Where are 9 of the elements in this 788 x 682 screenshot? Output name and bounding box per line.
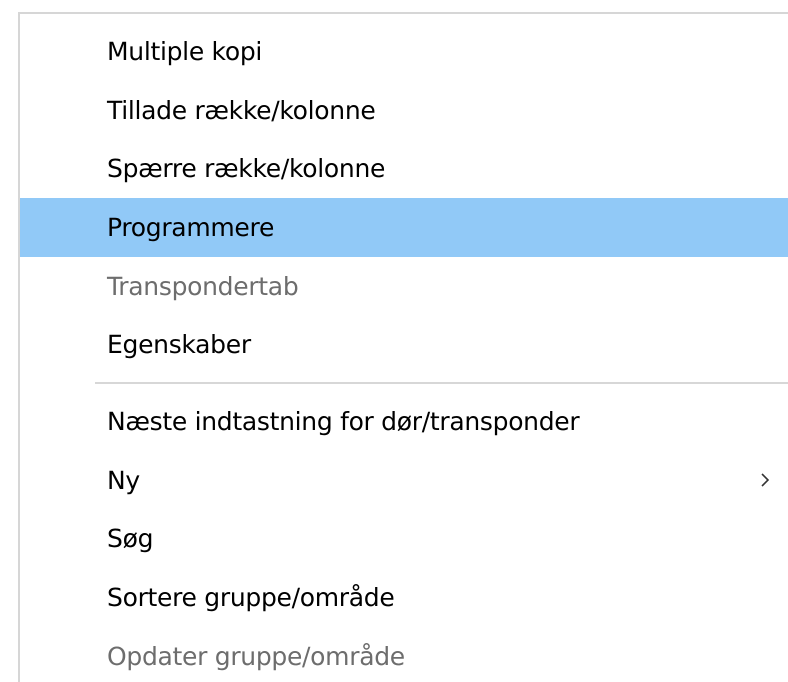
menu-item[interactable]: Sortere gruppe/område xyxy=(20,568,788,627)
menu-item[interactable]: Næste indtastning for dør/transponder xyxy=(20,392,788,451)
menu-item[interactable]: Tillade række/kolonne xyxy=(20,80,788,140)
menu-item[interactable]: Programmere xyxy=(20,198,788,257)
menu-item[interactable]: Ny xyxy=(20,450,788,510)
menu-item[interactable]: Multiple kopi xyxy=(20,22,788,81)
menu-item[interactable]: Egenskaber xyxy=(20,315,788,374)
menu-item[interactable]: Søg xyxy=(20,510,788,568)
menu-item[interactable]: Spærre række/kolonne xyxy=(20,139,788,198)
